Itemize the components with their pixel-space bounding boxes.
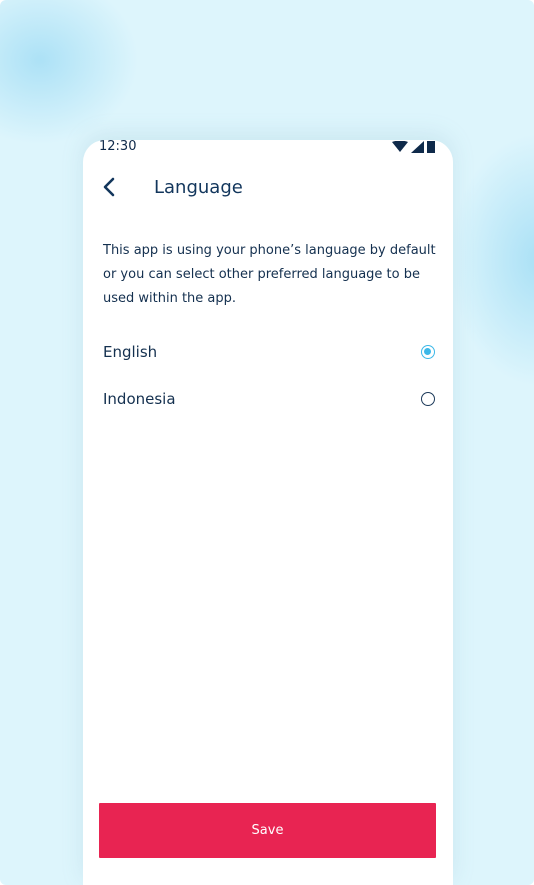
- signal-icon: [411, 141, 424, 153]
- language-option-label: English: [103, 343, 158, 361]
- battery-icon: [427, 141, 435, 153]
- status-bar: 12:30: [83, 140, 453, 154]
- language-option-english[interactable]: English: [103, 337, 435, 367]
- page-title: Language: [154, 177, 243, 198]
- header: Language: [83, 170, 453, 206]
- language-option-label: Indonesia: [103, 390, 176, 408]
- radio-selected[interactable]: [421, 345, 435, 359]
- chevron-left-icon: [103, 177, 115, 197]
- phone-screen: 12:30 Language This app is using your ph…: [83, 140, 453, 885]
- wifi-icon: [392, 141, 408, 152]
- language-option-indonesia[interactable]: Indonesia: [103, 384, 435, 414]
- status-icons: [392, 141, 435, 153]
- save-button[interactable]: Save: [99, 803, 436, 858]
- language-description: This app is using your phone’s language …: [103, 243, 436, 306]
- radio-unselected[interactable]: [421, 392, 435, 406]
- status-time: 12:30: [99, 140, 137, 154]
- back-button[interactable]: [95, 172, 123, 202]
